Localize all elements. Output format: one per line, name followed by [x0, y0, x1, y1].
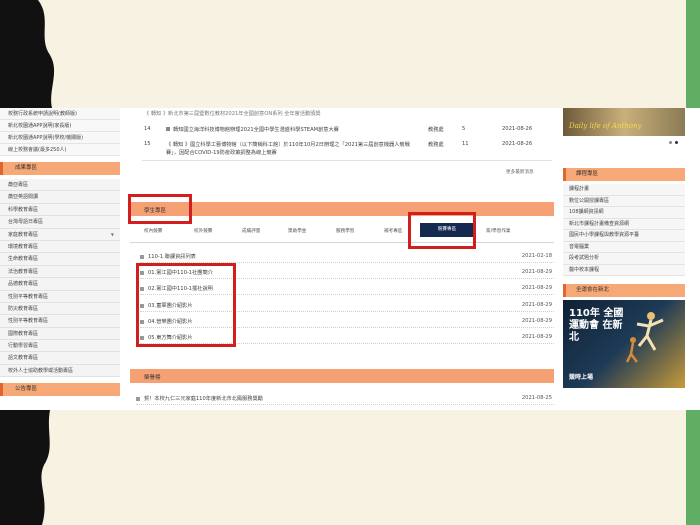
tab-item[interactable]: 成績評量 [242, 228, 260, 234]
course-link[interactable]: 國民中小學課程與教學資源平臺 [563, 230, 685, 242]
sidebar-category[interactable]: 性別平等教育專區 [0, 290, 120, 303]
sports-section-title: 全運會在新北 [563, 284, 685, 297]
chevron-down-icon: ▼ [110, 231, 114, 237]
main-content: 《 轉知 》新北市第三屆暨數位教材2021年全國創意ON系列 全年度活動頒獎 1… [122, 108, 560, 410]
tab-item[interactable]: 校內競賽 [144, 228, 162, 234]
divider [142, 160, 552, 161]
course-link[interactable]: 音電腦業 [563, 241, 685, 253]
sidebar-category[interactable]: 科學教育專區 [0, 203, 120, 217]
sidebar-category[interactable]: 生命教育專區 [0, 253, 120, 266]
sidebar-category[interactable]: 蕭亞英語閱讀 [0, 191, 120, 204]
item-date: 2021-08-29 [521, 285, 552, 291]
section-title-achievements: 成果專區 [0, 162, 120, 175]
news-title[interactable]: 轉知國立海洋科技博物館辦理2021全國中學生潛盛科學STEAM創意大賽 [166, 126, 436, 133]
news-title[interactable]: 《 轉知 》國立科學工藝博物館（以下簡稱科工館）於110年10月2日辦理之「20… [166, 141, 421, 157]
section-title-announcements: 公告專區 [0, 383, 120, 397]
news-unit: 教務處 [428, 127, 444, 133]
list-bullet [140, 254, 144, 259]
right-sidebar: Daily life of Anthony 課程專區 課程計畫 數位公開授課專區… [563, 108, 685, 410]
honor-section-title: 榮譽榜 [144, 375, 161, 381]
sidebar-category[interactable]: 環境教育專區 [0, 240, 120, 254]
sidebar-category[interactable]: 蕭亞專區 [0, 179, 120, 192]
sports-games-banner[interactable]: 110年 全國運動會 在新北 競時上場 [563, 300, 685, 388]
course-section-title: 課程專區 [563, 168, 685, 181]
course-link[interactable]: 數位公開授課專區 [563, 195, 685, 207]
news-bullet [166, 127, 170, 131]
tab-item[interactable]: 校外競賽 [194, 228, 212, 234]
news-count: 5 [462, 126, 466, 132]
tab-item[interactable]: 家/學習作業 [486, 228, 511, 234]
course-link[interactable]: 108課綱資訊網 [563, 207, 685, 219]
item-date: 2021-08-25 [521, 395, 552, 401]
news-number: 14 [144, 126, 151, 132]
sidebar-link[interactable]: 校務行政系統申請說明(教師版) [0, 108, 120, 120]
course-link[interactable]: 課程計畫 [563, 184, 685, 196]
athletes-illustration [623, 306, 673, 366]
sidebar-category[interactable]: 國際教育專區 [0, 327, 120, 341]
student-section-header [130, 202, 554, 216]
sidebar-category[interactable]: 台灣母語日專區 [0, 216, 120, 229]
sidebar-category[interactable]: 防災教育專區 [0, 302, 120, 316]
news-unit: 教務處 [428, 142, 444, 148]
sidebar-link[interactable]: 線上校務會議(最多250人) [0, 144, 120, 156]
sidebar-link[interactable]: 新北校園通APP說明(學校/機關版) [0, 132, 120, 144]
news-title-text: 轉知國立海洋科技博物館辦理2021全國中學生潛盛科學STEAM創意大賽 [173, 127, 339, 133]
news-date: 2021-08-26 [502, 141, 533, 147]
tab-item[interactable]: 補考專區 [384, 228, 402, 234]
sidebar-category[interactable]: 語文教育專區 [0, 352, 120, 365]
news-date: 2021-08-26 [502, 126, 533, 132]
banner-text: Daily life of Anthony [569, 122, 642, 130]
list-bullet [136, 396, 140, 401]
tab-underline [130, 242, 554, 243]
course-link[interactable]: 醫中校本課程 [563, 264, 685, 276]
webpage-screenshot: 校務行政系統申請說明(教師版) 新北校園通APP說明(家長版) 新北校園通APP… [0, 108, 700, 410]
sidebar-link[interactable]: 新北校園通APP說明(家長版) [0, 120, 120, 132]
more-news-link[interactable]: 更多最新消息 [506, 169, 534, 175]
list-item[interactable]: 賀！本校九仁三元家庭110年度新北市北鳳服務獎勵 2021-08-25 [136, 395, 554, 405]
dot-icon[interactable] [669, 141, 672, 144]
news-count: 11 [462, 141, 469, 147]
list-item[interactable]: 110-1 聯課資訊列表 2021-02-18 [140, 253, 554, 263]
dot-icon[interactable] [675, 141, 678, 144]
highlight-box-items [136, 263, 236, 347]
item-date: 2021-02-18 [521, 253, 552, 259]
item-date: 2021-08-29 [521, 318, 552, 324]
item-date: 2021-08-29 [521, 269, 552, 275]
left-sidebar: 校務行政系統申請說明(教師版) 新北校園通APP說明(家長版) 新北校園通APP… [0, 108, 120, 410]
highlight-box-active-tab [408, 212, 476, 249]
news-title[interactable]: 《 轉知 》新北市第三屆暨數位教材2021年全國創意ON系列 全年度活動頒獎 [144, 110, 436, 117]
sidebar-category[interactable]: 性別平等教育專區 [0, 315, 120, 328]
tab-item[interactable]: 獎助學金 [288, 228, 306, 234]
course-link[interactable]: 段考試題分析 [563, 253, 685, 265]
sidebar-category[interactable]: 行動學習專區 [0, 340, 120, 353]
sports-banner-text: 110年 全國運動會 在新北 [569, 308, 624, 343]
news-number: 15 [144, 141, 151, 147]
sports-tag: 競時上場 [569, 374, 594, 381]
blog-banner[interactable]: Daily life of Anthony [563, 108, 685, 136]
sidebar-category[interactable]: 法治教育專區 [0, 265, 120, 279]
item-title: 110-1 聯課資訊列表 [148, 254, 196, 260]
highlight-box-student-title [128, 194, 192, 224]
sidebar-category[interactable]: 校外人士協助教學或活動專區 [0, 364, 120, 378]
banner-dots [563, 136, 685, 150]
item-title: 賀！本校九仁三元家庭110年度新北市北鳳服務獎勵 [144, 396, 263, 402]
honor-section-header [130, 369, 554, 383]
tab-item[interactable]: 服務學習 [336, 228, 354, 234]
item-date: 2021-08-29 [521, 334, 552, 340]
sidebar-category[interactable]: 家庭教育專區 ▼ [0, 228, 120, 241]
category-label: 家庭教育專區 [8, 231, 39, 238]
course-link[interactable]: 新北市課程計畫備查資源網 [563, 218, 685, 230]
item-date: 2021-08-29 [521, 302, 552, 308]
sidebar-category[interactable]: 品德教育專區 [0, 278, 120, 291]
